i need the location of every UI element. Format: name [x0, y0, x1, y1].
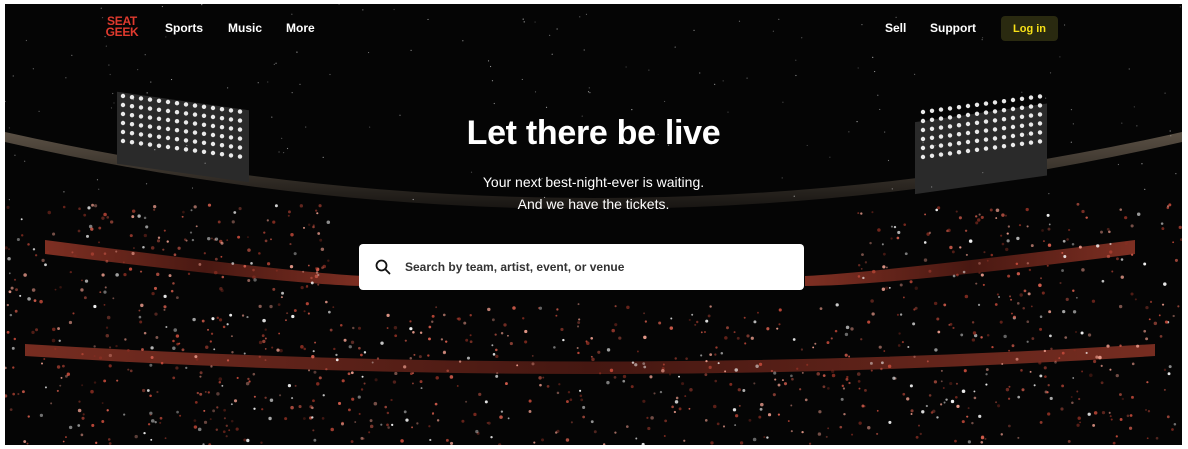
seatgeek-logo[interactable]: SEAT GEEK [102, 15, 142, 39]
nav-support[interactable]: Support [930, 21, 976, 35]
nav-sell[interactable]: Sell [885, 21, 906, 35]
stadium-background [5, 4, 1182, 445]
top-nav: SEAT GEEK Sports Music More Sell Support… [5, 4, 1182, 52]
search-bar[interactable] [359, 244, 804, 290]
hero-subtitle-line-2: And we have the tickets. [517, 196, 670, 212]
login-button[interactable]: Log in [1001, 16, 1058, 41]
hero-section: SEAT GEEK Sports Music More Sell Support… [5, 4, 1182, 445]
search-icon [375, 259, 391, 275]
nav-sports[interactable]: Sports [165, 21, 203, 35]
hero-title: Let there be live [466, 114, 721, 152]
logo-line-2: GEEK [105, 25, 139, 39]
nav-music[interactable]: Music [228, 21, 262, 35]
search-input[interactable] [405, 244, 795, 290]
hero-subtitle-line-1: Your next best-night-ever is waiting. [482, 174, 705, 190]
nav-more[interactable]: More [286, 21, 315, 35]
